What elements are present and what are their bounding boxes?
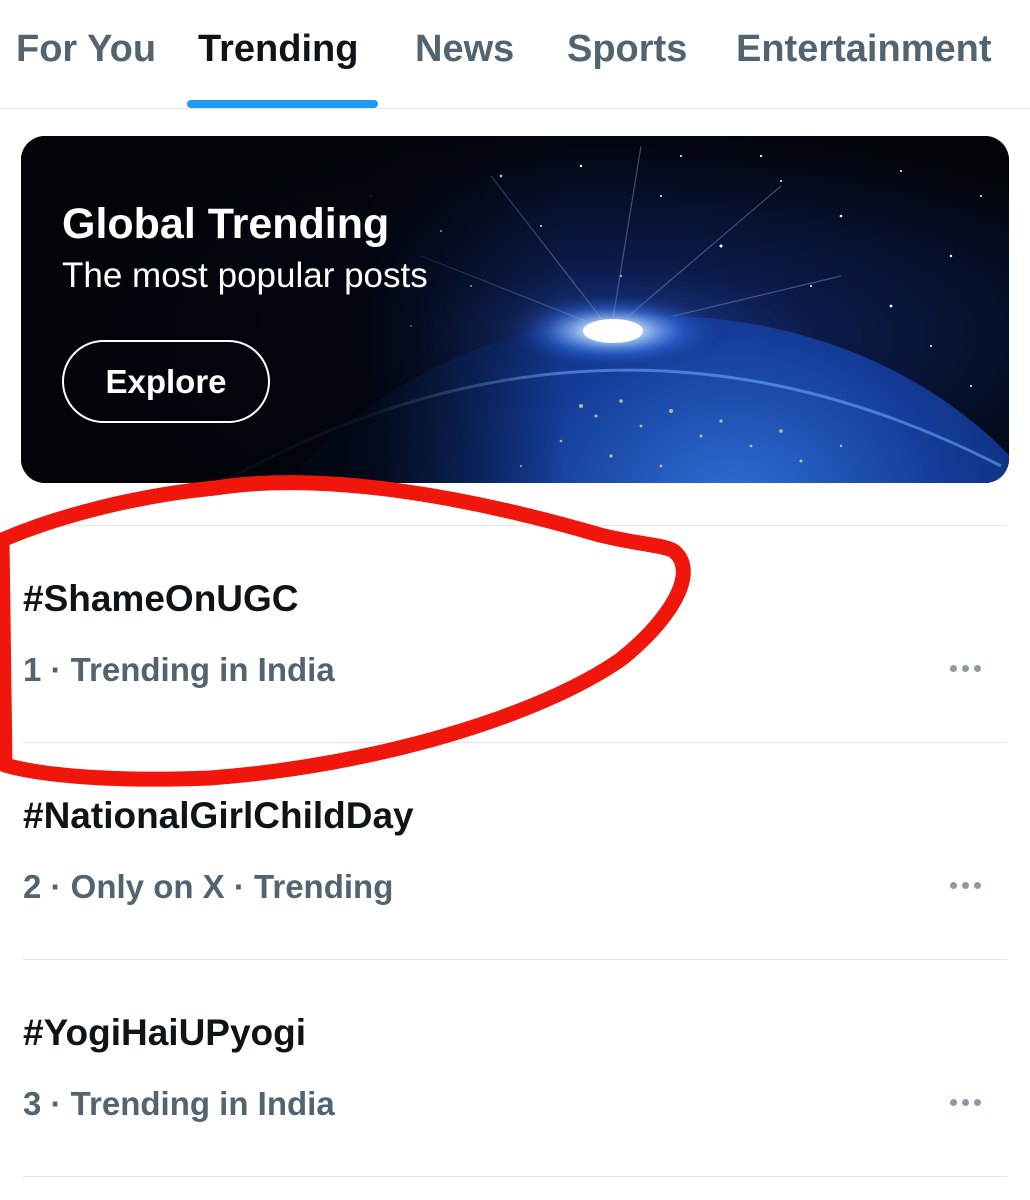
tab-trending[interactable]: Trending [198, 28, 358, 71]
tab-sports[interactable]: Sports [567, 28, 687, 71]
tab-news[interactable]: News [415, 28, 514, 71]
active-tab-indicator [187, 100, 378, 108]
trend-item-3[interactable]: #YogiHaiUPyogi 3 · Trending in India [0, 960, 1030, 1176]
trend-meta: 3 · Trending in India [23, 1085, 335, 1122]
trending-page: For You Trending News Sports Entertainme… [0, 0, 1030, 1200]
trend-meta: 2 · Only on X · Trending [23, 868, 394, 905]
trend-meta: 1 · Trending in India [23, 651, 335, 688]
more-icon[interactable] [940, 648, 990, 688]
explore-button[interactable]: Explore [62, 340, 270, 423]
trend-name: #ShameOnUGC [23, 578, 299, 619]
trend-item-2[interactable]: #NationalGirlChildDay 2 · Only on X · Tr… [0, 743, 1030, 959]
more-icon[interactable] [940, 1082, 990, 1122]
trend-name: #NationalGirlChildDay [23, 795, 414, 836]
earth-sunrise-illustration [21, 136, 1009, 483]
tab-entertainment[interactable]: Entertainment [736, 28, 991, 71]
trend-item-1[interactable]: #ShameOnUGC 1 · Trending in India [0, 526, 1030, 742]
trend-name: #YogiHaiUPyogi [23, 1012, 307, 1053]
banner-subtitle: The most popular posts [62, 256, 428, 295]
more-icon[interactable] [940, 865, 990, 905]
divider [23, 1176, 1007, 1177]
tab-bar: For You Trending News Sports Entertainme… [0, 0, 1030, 109]
banner-title: Global Trending [62, 200, 390, 248]
tab-for-you[interactable]: For You [16, 28, 156, 71]
global-trending-banner[interactable]: Global Trending The most popular posts E… [21, 136, 1009, 483]
